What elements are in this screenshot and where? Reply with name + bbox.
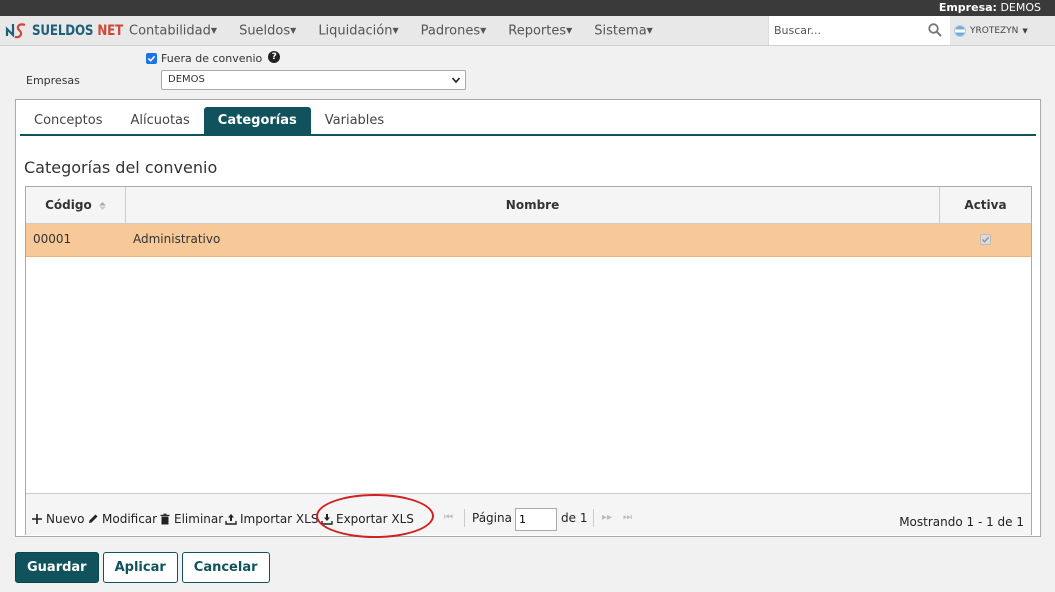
- page-number-input[interactable]: [515, 508, 557, 531]
- exportar-xls-button[interactable]: Exportar XLS: [321, 510, 414, 528]
- pager-separator: [464, 509, 465, 527]
- records-summary: Mostrando 1 - 1 de 1: [899, 515, 1024, 529]
- column-header-codigo[interactable]: Código: [26, 187, 126, 224]
- menu-label: Sueldos: [239, 23, 291, 39]
- last-page-icon[interactable]: ⏭: [623, 512, 632, 523]
- empresa-label: Empresa:: [938, 1, 997, 14]
- form-header: Fuera de convenio ? Empresas DEMOS: [0, 47, 1055, 97]
- section-title: Categorías del convenio: [24, 158, 218, 177]
- nuevo-button[interactable]: Nuevo: [31, 510, 84, 528]
- main-menu: Contabilidad▼ Sueldos▼ Liquidación▼ Padr…: [118, 16, 664, 46]
- column-label: Código: [45, 198, 92, 212]
- plus-icon: [32, 514, 42, 524]
- tab-conceptos[interactable]: Conceptos: [20, 107, 117, 134]
- sort-icon: [98, 201, 106, 210]
- caret-down-icon: ▼: [210, 26, 218, 35]
- fuera-convenio-label: Fuera de convenio: [161, 52, 263, 65]
- next-page-icon[interactable]: ▸▸: [602, 512, 612, 523]
- nuevo-label: Nuevo: [46, 512, 85, 526]
- cell-nombre: Administrativo: [133, 232, 221, 246]
- empresas-value: DEMOS: [168, 74, 205, 85]
- trash-icon: [160, 513, 170, 525]
- first-page-icon[interactable]: ⏮: [444, 512, 453, 523]
- empresas-select[interactable]: DEMOS: [161, 70, 466, 90]
- categorias-grid: Código Nombre Activa 00001 Administrativ…: [25, 186, 1032, 538]
- tab-variables[interactable]: Variables: [311, 107, 398, 134]
- pencil-icon: [89, 514, 98, 523]
- download-icon: [321, 514, 333, 525]
- importar-xls-button[interactable]: Importar XLS: [225, 510, 318, 528]
- page-count: de 1: [561, 511, 588, 525]
- modificar-button[interactable]: Modificar: [87, 510, 157, 528]
- menu-contabilidad[interactable]: Contabilidad▼: [118, 16, 228, 46]
- exportar-label: Exportar XLS: [336, 512, 414, 526]
- menu-label: Liquidación: [318, 23, 393, 39]
- help-icon[interactable]: ?: [268, 50, 281, 63]
- menu-reportes[interactable]: Reportes▼: [497, 16, 583, 46]
- importar-label: Importar XLS: [240, 512, 319, 526]
- caret-down-icon: ▼: [566, 26, 573, 35]
- grid-header: Código Nombre Activa: [26, 187, 1031, 224]
- table-row[interactable]: 00001 Administrativo: [26, 224, 1031, 257]
- pager-separator: [593, 509, 594, 527]
- eliminar-label: Eliminar: [174, 512, 224, 526]
- caret-down-icon: ▼: [480, 26, 487, 35]
- brand-name: SUELDOS NET: [32, 23, 123, 39]
- caret-down-icon: ▼: [392, 26, 399, 35]
- navbar: SUELDOS NET Contabilidad▼ Sueldos▼ Liqui…: [0, 16, 1055, 46]
- empresas-label: Empresas: [26, 74, 80, 87]
- menu-sueldos[interactable]: Sueldos▼: [228, 16, 307, 46]
- cell-activa: [980, 224, 991, 256]
- menu-padrones[interactable]: Padrones▼: [410, 16, 498, 46]
- menu-sistema[interactable]: Sistema▼: [583, 16, 664, 46]
- activa-checkbox: [980, 234, 991, 245]
- fuera-convenio-checkbox[interactable]: [146, 53, 157, 64]
- user-menu[interactable]: YROTEZYN ▼: [954, 16, 1028, 46]
- fuera-convenio-row: Fuera de convenio ?: [146, 50, 281, 65]
- tab-underline: [20, 134, 1036, 136]
- eliminar-button[interactable]: Eliminar: [159, 510, 223, 528]
- tab-bar: Conceptos Alícuotas Categorías Variables: [20, 107, 398, 134]
- menu-label: Contabilidad: [129, 23, 211, 39]
- main-panel: Conceptos Alícuotas Categorías Variables…: [15, 99, 1041, 538]
- menu-label: Sistema: [594, 23, 647, 39]
- tab-categorias[interactable]: Categorías: [203, 107, 311, 134]
- grid-pager: Nuevo Modificar Eliminar Importar XLS Ex…: [26, 493, 1031, 538]
- tab-alicuotas[interactable]: Alícuotas: [117, 107, 204, 134]
- caret-down-icon: ▼: [290, 26, 297, 35]
- caret-down-icon: ▼: [1022, 27, 1028, 35]
- column-header-nombre[interactable]: Nombre: [126, 187, 940, 224]
- aplicar-button[interactable]: Aplicar: [102, 552, 178, 583]
- logo-icon: [5, 23, 26, 39]
- flag-icon: [954, 25, 966, 37]
- pagina-label: Página: [472, 511, 512, 525]
- chevron-down-icon: [451, 77, 461, 84]
- upload-icon: [225, 514, 237, 525]
- top-strip: Empresa: DEMOS: [0, 0, 1055, 16]
- search-box: [768, 16, 950, 45]
- empresa-value: DEMOS: [1000, 1, 1041, 14]
- cancelar-button[interactable]: Cancelar: [181, 552, 270, 583]
- menu-label: Reportes: [508, 23, 567, 39]
- guardar-button[interactable]: Guardar: [15, 552, 99, 583]
- modificar-label: Modificar: [102, 512, 158, 526]
- caret-down-icon: ▼: [646, 26, 653, 35]
- brand-part1: SUELDOS: [32, 23, 94, 39]
- user-name: YROTEZYN: [970, 26, 1019, 36]
- cell-codigo: 00001: [33, 232, 72, 246]
- menu-liquidacion[interactable]: Liquidación▼: [307, 16, 409, 46]
- check-icon: [981, 236, 990, 243]
- search-input[interactable]: [769, 16, 919, 45]
- column-header-activa[interactable]: Activa: [940, 187, 1031, 224]
- search-icon[interactable]: [928, 23, 942, 37]
- menu-label: Padrones: [420, 23, 481, 39]
- form-actions: Guardar Aplicar Cancelar: [15, 552, 270, 583]
- check-icon: [147, 55, 156, 62]
